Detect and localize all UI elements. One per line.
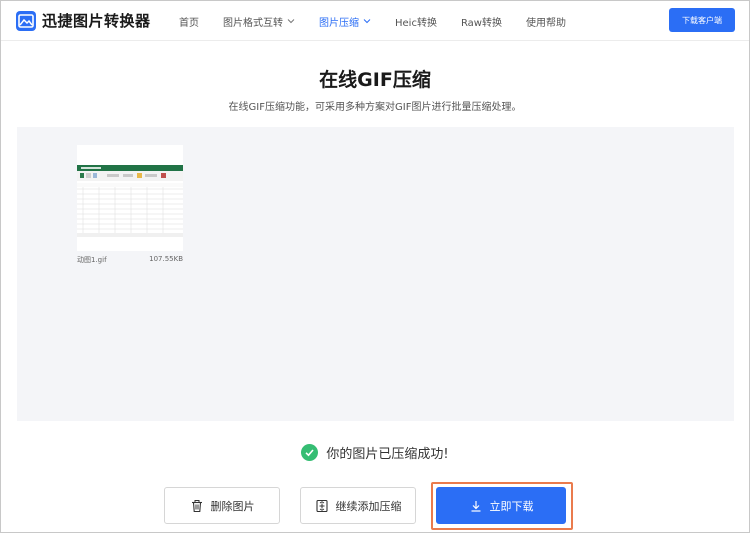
trash-icon xyxy=(191,499,202,512)
file-work-area: 动图1.gif 107.55KB xyxy=(17,127,734,421)
delete-image-label: 删除图片 xyxy=(210,499,255,513)
nav-image-compress-label: 图片压缩 xyxy=(319,17,359,29)
download-icon xyxy=(471,500,480,512)
nav-help[interactable]: 使用帮助 xyxy=(526,1,566,41)
file-thumbnail xyxy=(77,145,183,251)
chevron-down-icon xyxy=(363,19,371,24)
file-size: 107.55KB xyxy=(149,255,183,263)
nav-raw-convert[interactable]: Raw转换 xyxy=(461,1,502,41)
download-client-button[interactable]: 下载客户端 xyxy=(669,8,735,32)
delete-image-button[interactable]: 删除图片 xyxy=(164,487,280,524)
nav-home[interactable]: 首页 xyxy=(179,1,199,41)
continue-add-button[interactable]: 继续添加压缩 xyxy=(300,487,416,524)
top-header: 迅捷图片转换器 首页 图片格式互转 图片压缩 Heic转换 Raw转换 使用帮助… xyxy=(1,1,749,41)
download-now-button[interactable]: 立即下载 xyxy=(436,487,566,524)
continue-add-label: 继续添加压缩 xyxy=(335,499,402,513)
download-now-label: 立即下载 xyxy=(489,499,534,513)
nav-home-label: 首页 xyxy=(179,17,199,29)
nav-format-convert-label: 图片格式互转 xyxy=(223,17,283,29)
nav-image-compress[interactable]: 图片压缩 xyxy=(319,1,371,41)
chevron-down-icon xyxy=(287,19,295,24)
success-message: 你的图片已压缩成功! xyxy=(1,443,749,462)
compress-file-icon xyxy=(315,499,328,512)
nav-heic-convert-label: Heic转换 xyxy=(395,17,437,29)
logo-text: 迅捷图片转换器 xyxy=(42,12,151,30)
page-title: 在线GIF压缩 xyxy=(319,69,431,91)
nav-heic-convert[interactable]: Heic转换 xyxy=(395,1,437,41)
file-card[interactable]: 动图1.gif 107.55KB xyxy=(77,145,185,265)
logo[interactable]: 迅捷图片转换器 xyxy=(16,10,151,31)
main-nav: 首页 图片格式互转 图片压缩 Heic转换 Raw转换 使用帮助 xyxy=(179,1,590,41)
nav-format-convert[interactable]: 图片格式互转 xyxy=(223,1,295,41)
file-meta: 动图1.gif 107.55KB xyxy=(77,255,183,265)
success-text: 你的图片已压缩成功! xyxy=(326,447,449,462)
logo-image-icon xyxy=(16,10,36,31)
check-circle-icon xyxy=(301,444,319,461)
nav-raw-convert-label: Raw转换 xyxy=(460,17,502,29)
page-subtitle: 在线GIF压缩功能，可采用多种方案对GIF图片进行批量压缩处理。 xyxy=(228,102,522,113)
file-name: 动图1.gif xyxy=(77,256,107,264)
nav-help-label: 使用帮助 xyxy=(526,17,566,29)
